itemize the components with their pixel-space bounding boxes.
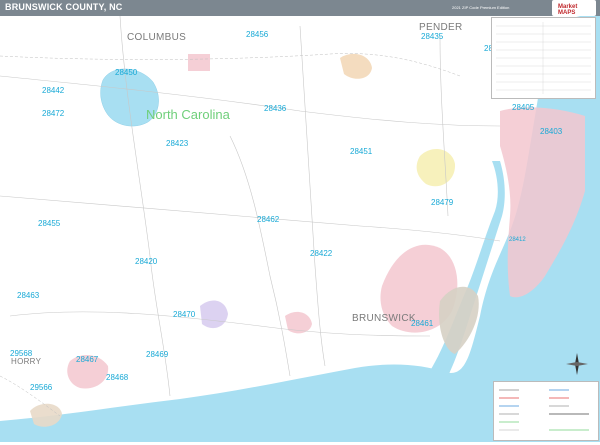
leland-area xyxy=(416,149,456,187)
zip-label[interactable]: 28472 xyxy=(42,109,64,118)
zip-label[interactable]: 28461 xyxy=(411,319,433,328)
zip-label[interactable]: 28423 xyxy=(166,139,188,148)
supply-area xyxy=(200,300,228,329)
map-legend xyxy=(493,381,599,441)
zip-label[interactable]: 28470 xyxy=(173,310,195,319)
zip-index-table xyxy=(491,17,596,99)
zip-label[interactable]: 28405 xyxy=(512,103,534,112)
zip-label[interactable]: 28467 xyxy=(76,355,98,364)
county-label-brunswick: BRUNSWICK xyxy=(352,313,416,324)
zip-label[interactable]: 29566 xyxy=(30,383,52,392)
roads xyxy=(0,16,501,397)
zip-label[interactable]: 28420 xyxy=(135,257,157,266)
zip-label[interactable]: 29568 xyxy=(10,349,32,358)
columbus-town xyxy=(340,53,372,79)
zip-label[interactable]: 28403 xyxy=(540,127,562,136)
zip-label[interactable]: 28422 xyxy=(310,249,332,258)
zip-label[interactable]: 28463 xyxy=(17,291,39,300)
zip-label[interactable]: 28451 xyxy=(350,147,372,156)
zip-label[interactable]: 28462 xyxy=(257,215,279,224)
zip-label[interactable]: 28412 xyxy=(509,237,526,243)
zip-label[interactable]: 28455 xyxy=(38,219,60,228)
zip-label[interactable]: 28479 xyxy=(431,198,453,207)
publisher-logo: Market MAPS xyxy=(552,0,596,16)
edition-label: 2021 ZIP Code Premium Edition xyxy=(452,5,510,10)
zip-label[interactable]: 28468 xyxy=(106,373,128,382)
zip-label[interactable]: 28456 xyxy=(246,30,268,39)
county-label-columbus: COLUMBUS xyxy=(127,32,187,43)
map-legend-lines xyxy=(499,389,589,431)
county-borders xyxy=(0,53,461,417)
zip-index-lines xyxy=(496,22,591,94)
zip-label[interactable]: 28436 xyxy=(264,104,286,113)
county-label-horry: HORRY xyxy=(11,357,42,366)
zip-label[interactable]: 28435 xyxy=(421,32,443,41)
state-label: North Carolina xyxy=(146,107,230,122)
map-title: BRUNSWICK COUNTY, NC xyxy=(5,2,123,12)
title-bar: BRUNSWICK COUNTY, NC 2021 ZIP Code Premi… xyxy=(0,0,600,16)
zip-label[interactable]: 28450 xyxy=(115,68,137,77)
zip-label[interactable]: 28442 xyxy=(42,86,64,95)
zip-label[interactable]: 28469 xyxy=(146,350,168,359)
publisher-logo-text: Market MAPS xyxy=(558,4,578,16)
columbus-town-2 xyxy=(188,54,210,71)
compass-rose-icon xyxy=(566,353,588,375)
